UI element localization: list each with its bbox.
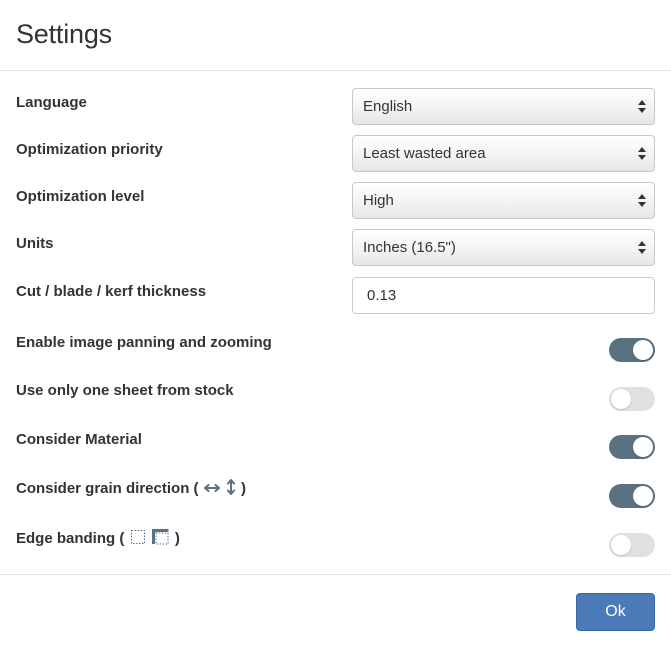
units-value: Inches (16.5")	[363, 239, 456, 256]
grain-direction-label: Consider grain direction ( )	[16, 479, 246, 499]
material-toggle[interactable]	[609, 435, 655, 459]
up-down-chevron-icon	[638, 89, 646, 124]
units-select[interactable]: Inches (16.5")	[352, 229, 655, 266]
panning-zooming-label: Enable image panning and zooming	[16, 334, 272, 351]
language-select[interactable]: English	[352, 88, 655, 125]
dialog-header: Settings	[0, 0, 671, 71]
up-down-chevron-icon	[638, 136, 646, 171]
toggle-knob	[633, 437, 653, 457]
ok-button[interactable]: Ok	[576, 593, 655, 631]
banded-square-icon	[151, 529, 170, 549]
toggle-knob	[633, 340, 653, 360]
kerf-thickness-input[interactable]	[352, 277, 655, 314]
horizontal-arrows-icon	[203, 481, 220, 498]
toggle-knob	[633, 486, 653, 506]
edge-label-suffix: )	[174, 529, 180, 547]
optimization-level-select[interactable]: High	[352, 182, 655, 219]
grain-direction-toggle[interactable]	[609, 484, 655, 508]
toggle-knob	[611, 535, 631, 555]
toggle-knob	[611, 389, 631, 409]
optimization-priority-value: Least wasted area	[363, 145, 486, 162]
dashed-square-icon	[130, 529, 146, 549]
optimization-level-value: High	[363, 192, 394, 209]
up-down-chevron-icon	[638, 183, 646, 218]
footer-divider	[0, 574, 671, 575]
dialog-title: Settings	[16, 19, 112, 49]
language-label: Language	[16, 94, 87, 111]
edge-banding-toggle[interactable]	[609, 533, 655, 557]
material-label: Consider Material	[16, 431, 142, 448]
grain-label-suffix: )	[241, 479, 247, 497]
grain-label-prefix: Consider grain direction (	[16, 479, 199, 497]
edge-banding-label: Edge banding ( )	[16, 529, 180, 549]
optimization-priority-select[interactable]: Least wasted area	[352, 135, 655, 172]
optimization-priority-label: Optimization priority	[16, 141, 163, 158]
units-label: Units	[16, 235, 54, 252]
edge-label-prefix: Edge banding (	[16, 529, 125, 547]
language-value: English	[363, 98, 413, 115]
up-down-chevron-icon	[638, 230, 646, 265]
one-sheet-label: Use only one sheet from stock	[16, 382, 234, 399]
kerf-thickness-label: Cut / blade / kerf thickness	[16, 283, 207, 300]
one-sheet-toggle[interactable]	[609, 387, 655, 411]
panning-zooming-toggle[interactable]	[609, 338, 655, 362]
optimization-level-label: Optimization level	[16, 188, 145, 205]
vertical-arrows-icon	[226, 479, 236, 499]
